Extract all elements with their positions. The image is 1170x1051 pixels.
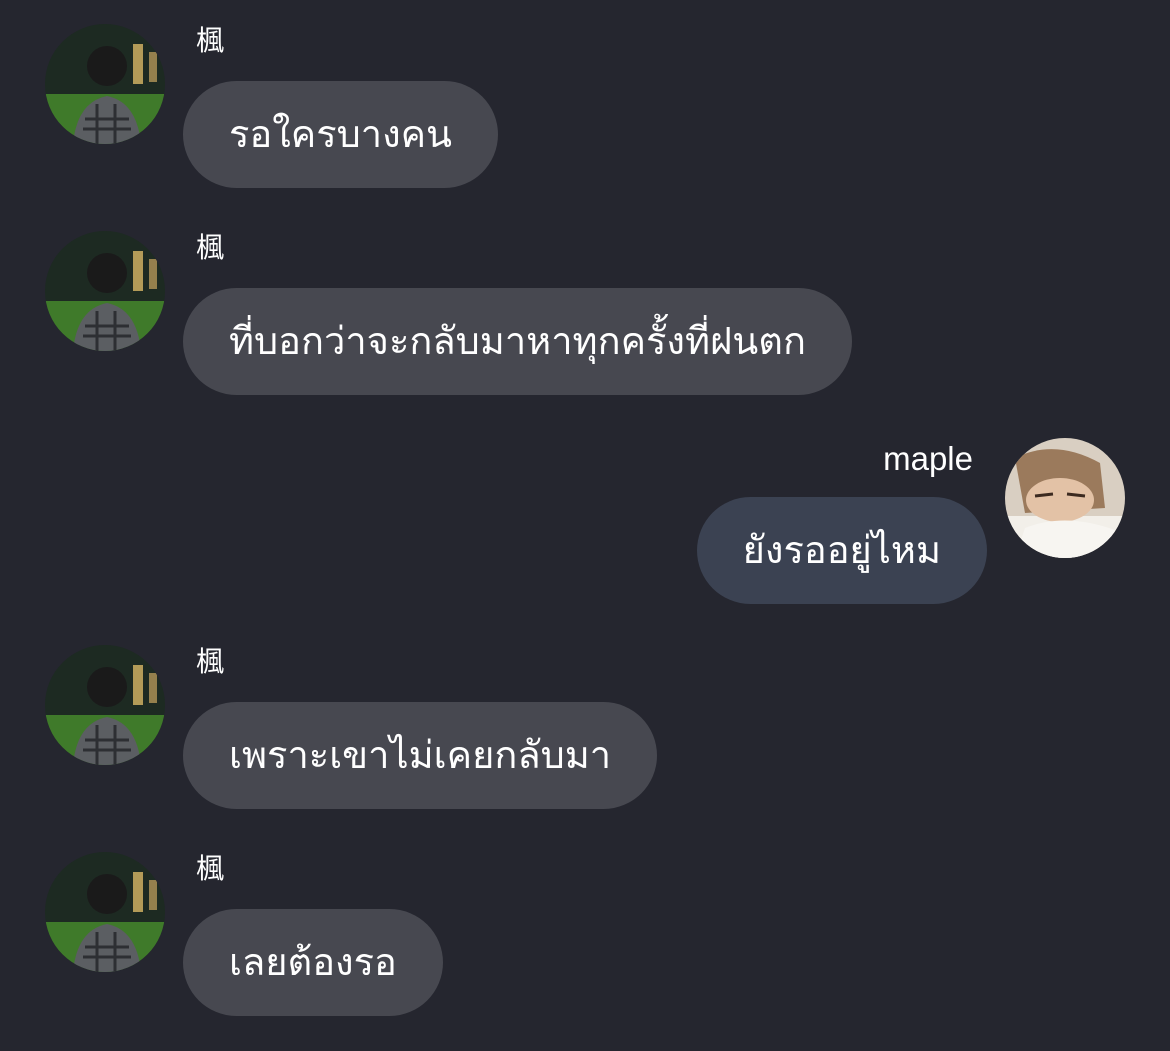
- message-row: 楓 เพราะเขาไม่เคยกลับมา: [0, 621, 1170, 809]
- message-bubble[interactable]: รอใครบางคน: [183, 81, 499, 188]
- chat-thread[interactable]: 楓 รอใครบางคน 楓 ที่บอกว่าจะกลับมาหาทุกครั…: [0, 0, 1170, 1051]
- boy-avatar-image: [45, 645, 165, 765]
- sender-name: 楓: [196, 852, 225, 885]
- boy-avatar[interactable]: [45, 645, 165, 765]
- message-row: 楓 ที่บอกว่าจะกลับมาหาทุกครั้งที่ฝนตก: [0, 207, 1170, 395]
- boy-avatar-image: [45, 24, 165, 144]
- message-row: 楓 เลยต้องรอ: [0, 828, 1170, 1016]
- message-bubble[interactable]: ที่บอกว่าจะกลับมาหาทุกครั้งที่ฝนตก: [183, 288, 852, 395]
- sender-name: maple: [883, 440, 973, 477]
- sender-name: 楓: [196, 231, 225, 264]
- message-bubble[interactable]: ยังรออยู่ไหม: [696, 497, 987, 604]
- boy-avatar[interactable]: [45, 852, 165, 972]
- message-row: maple ยังรออยู่ไหม: [0, 422, 1170, 604]
- boy-avatar[interactable]: [45, 24, 165, 144]
- boy-avatar-image: [45, 852, 165, 972]
- sender-name: 楓: [196, 645, 225, 678]
- message-row: 楓 รอใครบางคน: [0, 0, 1170, 188]
- girl-avatar-image: [1005, 438, 1125, 558]
- message-bubble[interactable]: เลยต้องรอ: [183, 909, 443, 1016]
- sender-name: 楓: [196, 24, 225, 57]
- message-bubble[interactable]: เพราะเขาไม่เคยกลับมา: [183, 702, 658, 809]
- girl-avatar[interactable]: [1005, 438, 1125, 558]
- boy-avatar[interactable]: [45, 231, 165, 351]
- boy-avatar-image: [45, 231, 165, 351]
